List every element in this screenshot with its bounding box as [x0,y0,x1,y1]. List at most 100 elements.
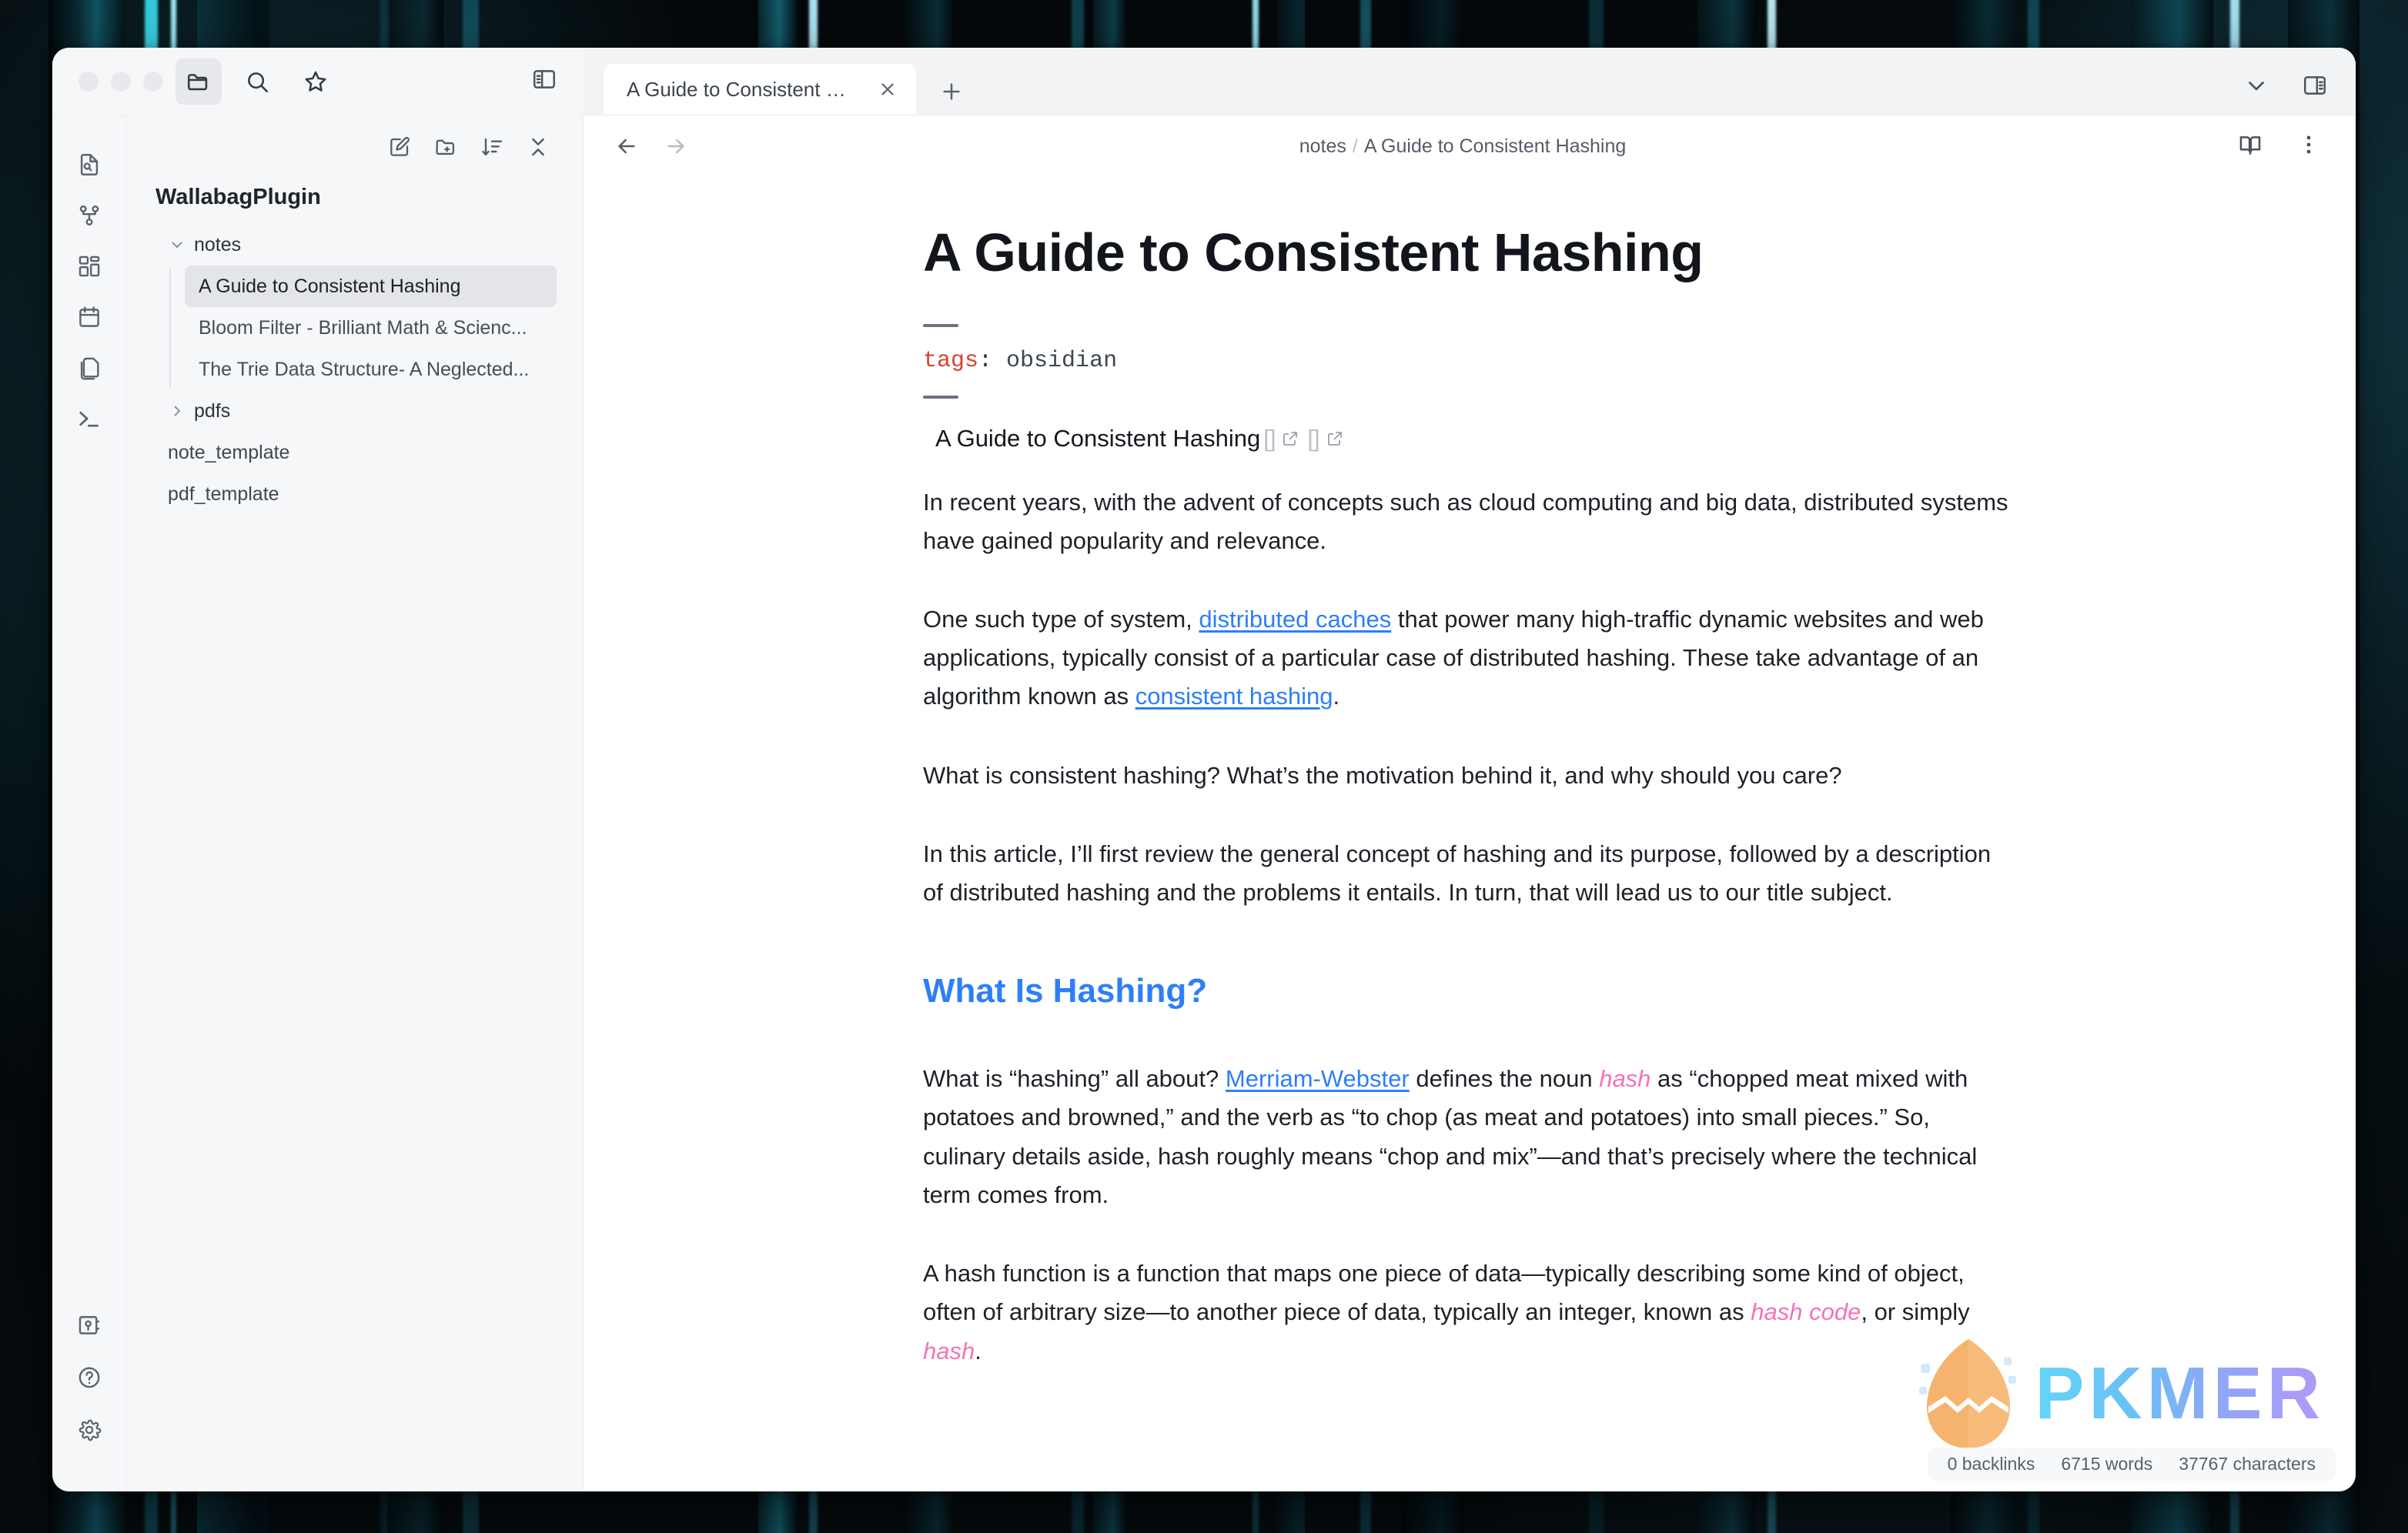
toggle-right-sidebar-icon[interactable] [2302,72,2328,102]
sort-icon[interactable] [480,135,504,163]
star-icon[interactable] [293,58,339,105]
maximize-window-button[interactable] [143,71,163,92]
back-arrow-icon[interactable] [614,134,639,159]
tree-folder-label: notes [194,233,242,256]
paragraph: A hash function is a function that maps … [923,1254,2016,1371]
graph-icon[interactable] [65,191,114,240]
external-link-icon-1[interactable] [1281,429,1299,448]
paragraph: In this article, I’ll first review the g… [923,835,2016,912]
inline-link[interactable]: distributed caches [1199,606,1391,633]
tree-file-bloom-filter[interactable]: Bloom Filter - Brilliant Math & Scienc..… [185,307,557,349]
tree-file-label: note_template [168,441,290,463]
frontmatter-tags-line: tags: obsidian [923,344,2016,379]
chevron-down-icon[interactable] [2243,72,2269,102]
forward-arrow-icon[interactable] [664,134,688,159]
inline-emphasis: hash [923,1337,975,1364]
tree-file-label: A Guide to Consistent Hashing [199,275,461,297]
toggle-left-sidebar-icon[interactable] [531,66,557,96]
inline-text: , or simply [1861,1298,1970,1326]
explorer-toolbar [126,115,583,171]
window-controls[interactable] [52,71,176,92]
inline-text: . [1333,683,1340,710]
desktop-background: A Guide to Consistent Ha... WallabagPlug… [0,0,2408,1533]
inline-text: defines the noun [1409,1065,1600,1093]
vault-name: WallabagPlugin [156,185,321,209]
note-header: notes / A Guide to Consistent Hashing [584,115,2356,177]
section-heading-what-is-hashing: What Is Hashing? [923,972,1208,1010]
close-icon[interactable] [878,79,898,99]
paragraph: In recent years, with the advent of conc… [923,483,2016,560]
inline-text: In this article, I’ll first review the g… [923,840,1992,907]
frontmatter-rule-bottom [923,395,958,399]
status-bar: 0 backlinks 6715 words 37767 characters [1927,1448,2336,1481]
tree-folder-pdfs[interactable]: pdfs [140,390,570,432]
empty-link-brackets-1[interactable]: [] [1263,425,1276,453]
canvas-icon[interactable] [65,242,114,291]
new-tab-button[interactable] [939,79,964,104]
frontmatter-colon: : [978,347,993,374]
breadcrumb-folder[interactable]: notes [1299,135,1346,157]
frontmatter-value: obsidian [1006,347,1118,374]
tree-folder-label: pdfs [194,399,231,422]
tree-file-label: The Trie Data Structure- A Neglected... [199,358,530,380]
tab-label: A Guide to Consistent Ha... [627,77,858,101]
tree-file-label: Bloom Filter - Brilliant Math & Scienc..… [199,316,527,339]
breadcrumb-file[interactable]: A Guide to Consistent Hashing [1364,135,1626,157]
obsidian-window: A Guide to Consistent Ha... WallabagPlug… [52,48,2356,1491]
status-characters[interactable]: 37767 characters [2179,1454,2316,1475]
status-backlinks[interactable]: 0 backlinks [1948,1454,2035,1475]
empty-link-brackets-2[interactable]: [] [1307,425,1319,453]
new-folder-icon[interactable] [433,135,458,163]
tab-active[interactable]: A Guide to Consistent Ha... [604,64,916,115]
file-search-icon[interactable] [65,140,114,189]
note-pane: notes / A Guide to Consistent Hashing A Gu… [584,115,2356,1491]
note-content: A Guide to Consistent Hashing tags: obsi… [923,177,2016,1371]
more-options-icon[interactable] [2296,132,2322,162]
help-icon[interactable] [65,1353,114,1402]
titlebar: A Guide to Consistent Ha... [52,48,2356,115]
rail-bottom-group [65,1301,114,1491]
paragraph: What is consistent hashing? What’s the m… [923,756,2016,795]
search-icon[interactable] [234,58,280,105]
inline-article-heading: A Guide to Consistent Hashing [] [] [935,425,2016,453]
note-scroll-area[interactable]: A Guide to Consistent Hashing tags: obsi… [584,177,2356,1491]
tree-file-note-template[interactable]: note_template [140,432,570,473]
inline-text: What is consistent hashing? What’s the m… [923,761,1842,789]
inline-emphasis: hash code [1751,1298,1861,1326]
paragraph: One such type of system, distributed cac… [923,600,2016,716]
folder-icon[interactable] [176,58,222,105]
chevron-down-icon [168,235,188,254]
copy-icon[interactable] [65,343,114,392]
status-words[interactable]: 6715 words [2061,1454,2152,1475]
titlebar-left [52,48,584,115]
reading-view-icon[interactable] [2237,132,2263,162]
calendar-icon[interactable] [65,292,114,342]
inline-link[interactable]: Merriam-Webster [1226,1065,1410,1092]
tree-file-pdf-template[interactable]: pdf_template [140,473,570,515]
terminal-icon[interactable] [65,394,114,443]
inline-emphasis: hash [1599,1065,1651,1093]
external-link-icon-2[interactable] [1326,429,1344,448]
new-note-icon[interactable] [387,135,412,163]
inline-text: One such type of system, [923,605,1199,633]
tree-file-label: pdf_template [168,483,279,505]
tree-folder-notes[interactable]: notes [140,224,570,266]
navigation-arrows [614,134,688,159]
tabbar: A Guide to Consistent Ha... [584,48,2356,115]
frontmatter-rule-top [923,323,958,327]
minimize-window-button[interactable] [111,71,131,92]
inline-link[interactable]: consistent hashing [1135,683,1333,710]
tree-file-trie[interactable]: The Trie Data Structure- A Neglected... [185,349,557,390]
file-tree: notes A Guide to Consistent Hashing Bloo… [126,222,583,515]
breadcrumb-separator: / [1352,135,1358,157]
vault-icon[interactable] [65,1301,114,1350]
collapse-all-icon[interactable] [526,135,550,163]
frontmatter-key: tags [923,347,979,374]
tree-file-consistent-hashing[interactable]: A Guide to Consistent Hashing [185,266,557,307]
inline-text: In recent years, with the advent of conc… [923,488,2008,554]
note-actions [2237,132,2322,162]
settings-gear-icon[interactable] [65,1405,114,1455]
window-body: WallabagPlugin notes A Guide to Consiste… [52,115,2356,1491]
close-window-button[interactable] [79,71,99,92]
paragraph: What is “hashing” all about? Merriam-Web… [923,1060,2016,1214]
